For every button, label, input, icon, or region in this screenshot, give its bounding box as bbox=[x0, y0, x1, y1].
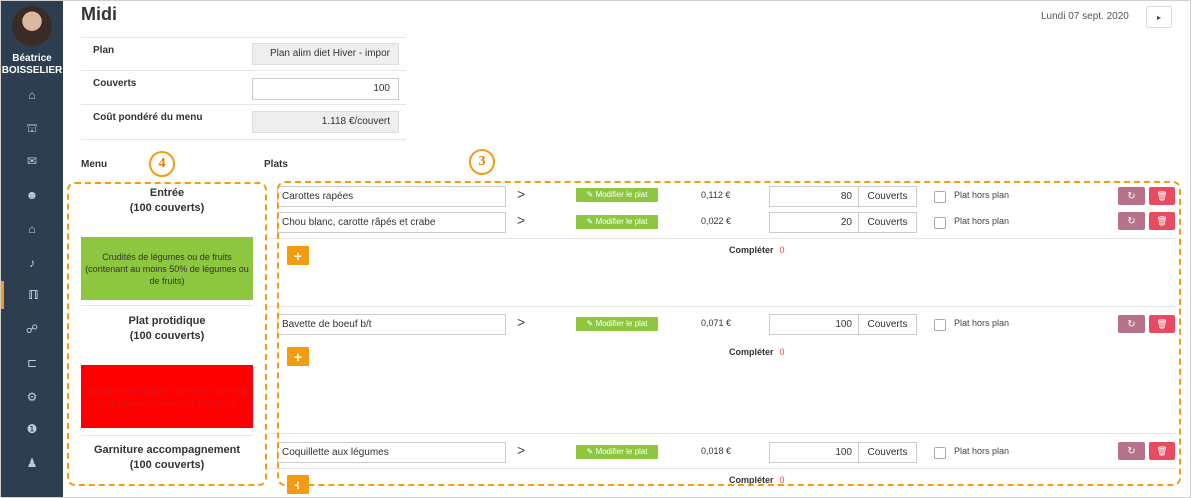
home-icon: ⌂ bbox=[28, 88, 36, 102]
caret-right-icon: ▸ bbox=[1156, 12, 1161, 22]
sidebar-item-home[interactable]: ⌂ bbox=[1, 81, 63, 109]
sidebar-item-cart[interactable]: ⊏ bbox=[1, 349, 63, 377]
annotation-plats-box bbox=[277, 181, 1181, 486]
next-day-button[interactable]: ▸ bbox=[1146, 6, 1172, 28]
plan-label: Plan bbox=[93, 45, 115, 56]
bank-icon: ⛫ bbox=[26, 121, 38, 135]
couverts-row: Couverts 100 bbox=[81, 70, 406, 105]
bell-icon: ♪ bbox=[29, 256, 35, 270]
sidebar-item-settings[interactable]: ⚙ bbox=[1, 383, 63, 411]
comments-icon: ✉ bbox=[26, 154, 38, 168]
sidebar-item-house[interactable]: ⌂ bbox=[1, 215, 63, 243]
cogs-icon: ⚙ bbox=[26, 390, 38, 404]
cout-value: 1.118 €/couvert bbox=[252, 111, 399, 133]
user-plus-icon: ♟ bbox=[26, 456, 38, 470]
avatar[interactable] bbox=[12, 6, 52, 46]
house-icon: ⌂ bbox=[28, 222, 36, 236]
info-icon: ❶ bbox=[26, 422, 38, 436]
cutlery-icon: ℿ bbox=[28, 288, 39, 302]
annotation-marker-plats: 3 bbox=[469, 149, 495, 175]
handshake-icon: ☍ bbox=[25, 322, 39, 336]
sidebar-item-menus[interactable]: ℿ bbox=[1, 281, 63, 309]
users-icon: ☻ bbox=[25, 188, 39, 202]
plats-column-header: Plats bbox=[264, 159, 288, 170]
current-date: Lundi 07 sept. 2020 bbox=[1041, 11, 1129, 22]
couverts-input[interactable]: 100 bbox=[252, 78, 399, 100]
plan-select[interactable]: Plan alim diet Hiver - impor bbox=[252, 43, 399, 65]
menu-column-header: Menu bbox=[81, 159, 108, 170]
cout-label: Coût pondéré du menu bbox=[93, 112, 203, 123]
annotation-marker-menu: 4 bbox=[149, 151, 175, 177]
user-name: Béatrice BOISSELIER bbox=[1, 53, 63, 76]
sidebar-item-bell[interactable]: ♪ bbox=[1, 249, 63, 277]
annotation-menu-box bbox=[67, 182, 267, 486]
app-frame: Béatrice BOISSELIER ⌂ ⛫ ✉ ☻ ⌂ ♪ ℿ ☍ ⊏ ⚙ … bbox=[0, 0, 1191, 498]
couverts-label: Couverts bbox=[93, 78, 137, 89]
sidebar-item-info[interactable]: ❶ bbox=[1, 415, 63, 443]
cart-icon: ⊏ bbox=[26, 356, 38, 370]
cout-row: Coût pondéré du menu 1.118 €/couvert bbox=[81, 104, 406, 140]
sidebar-item-add-user[interactable]: ♟ bbox=[1, 449, 63, 477]
sidebar-item-comments[interactable]: ✉ bbox=[1, 147, 63, 175]
sidebar-item-bank[interactable]: ⛫ bbox=[1, 115, 63, 143]
plan-row: Plan Plan alim diet Hiver - impor bbox=[81, 37, 406, 70]
sidebar-item-handshake[interactable]: ☍ bbox=[1, 315, 63, 343]
sidebar-item-users[interactable]: ☻ bbox=[1, 181, 63, 209]
sidebar: Béatrice BOISSELIER ⌂ ⛫ ✉ ☻ ⌂ ♪ ℿ ☍ ⊏ ⚙ … bbox=[1, 1, 63, 497]
page-title: Midi bbox=[81, 4, 117, 24]
